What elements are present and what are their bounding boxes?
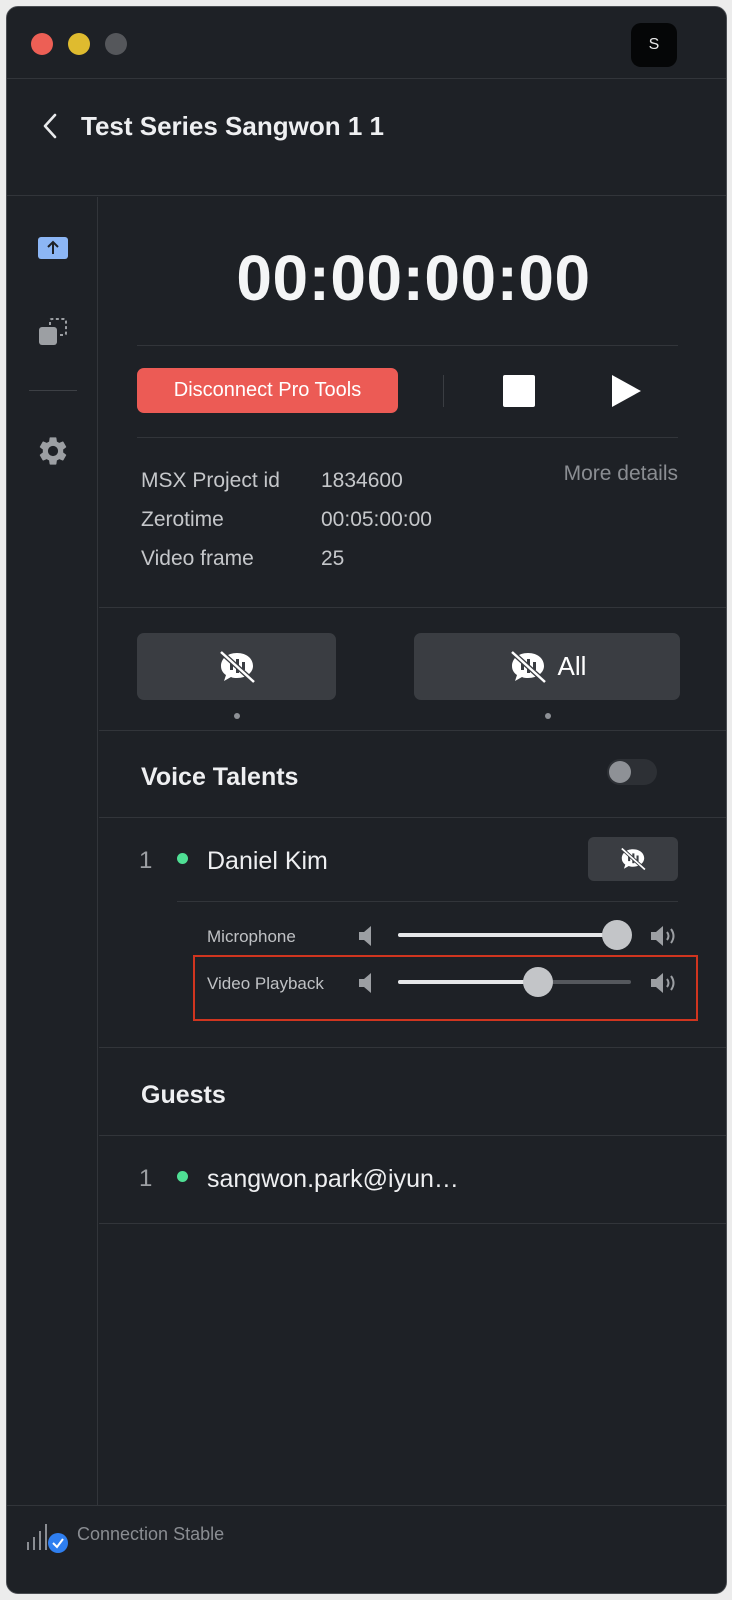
mute-all-label: All bbox=[557, 651, 587, 681]
upload-icon bbox=[38, 237, 68, 259]
main-panel: 00:00:00:00 Disconnect Pro Tools MSX Pro… bbox=[99, 197, 726, 1505]
online-status-dot bbox=[177, 853, 188, 864]
volume-high-icon[interactable] bbox=[651, 925, 679, 947]
disconnect-pro-tools-button[interactable]: Disconnect Pro Tools bbox=[137, 368, 398, 413]
indicator-dot bbox=[545, 713, 551, 719]
guests-title: Guests bbox=[141, 1081, 226, 1109]
back-button[interactable] bbox=[37, 108, 63, 144]
online-status-dot bbox=[177, 1171, 188, 1182]
microphone-slider[interactable] bbox=[398, 920, 633, 950]
video-playback-highlight bbox=[193, 955, 698, 1021]
user-avatar-button[interactable]: S bbox=[631, 23, 677, 67]
info-value-zerotime: 00:05:00:00 bbox=[321, 508, 432, 531]
divider bbox=[99, 1135, 726, 1136]
info-label-zerotime: Zerotime bbox=[141, 508, 224, 531]
minimize-window-button[interactable] bbox=[68, 33, 90, 55]
muted-chat-icon bbox=[218, 649, 256, 684]
microphone-slider-handle[interactable] bbox=[602, 920, 633, 950]
mute-all-button[interactable]: All bbox=[414, 633, 680, 700]
guest-number: 1 bbox=[139, 1165, 153, 1192]
sidebar-item-settings[interactable] bbox=[35, 433, 71, 469]
status-bar: Connection Stable bbox=[7, 1505, 726, 1593]
microphone-slider-fill bbox=[398, 933, 618, 937]
divider bbox=[137, 345, 678, 346]
timecode-display: 00:00:00:00 bbox=[236, 242, 591, 314]
muted-chat-icon bbox=[620, 847, 647, 871]
divider bbox=[99, 730, 726, 731]
volume-low-icon[interactable] bbox=[357, 925, 377, 947]
divider bbox=[137, 437, 678, 438]
signal-check-icon bbox=[27, 1524, 68, 1553]
divider bbox=[99, 1047, 726, 1048]
chevron-left-icon bbox=[43, 113, 57, 139]
sidebar bbox=[7, 197, 98, 1505]
play-icon bbox=[612, 375, 641, 407]
sidebar-item-switch[interactable] bbox=[35, 314, 71, 350]
transport-separator bbox=[443, 375, 444, 407]
page-header: Test Series Sangwon 1 1 bbox=[7, 80, 726, 196]
title-bar: S bbox=[7, 7, 726, 79]
indicator-dot bbox=[234, 713, 240, 719]
info-label-project-id: MSX Project id bbox=[141, 469, 280, 492]
voice-talents-title: Voice Talents bbox=[141, 763, 299, 791]
mute-talent-button[interactable] bbox=[588, 837, 678, 881]
sidebar-item-upload[interactable] bbox=[35, 231, 71, 267]
info-label-video-frame: Video frame bbox=[141, 547, 254, 570]
guest-name: sangwon.park@iyun… bbox=[207, 1165, 459, 1193]
divider bbox=[99, 817, 726, 818]
disconnect-label: Disconnect Pro Tools bbox=[173, 379, 362, 401]
connection-status: Connection Stable bbox=[77, 1524, 225, 1544]
voice-talents-toggle[interactable] bbox=[607, 759, 657, 785]
play-button[interactable] bbox=[609, 374, 643, 408]
gear-icon bbox=[39, 437, 67, 465]
divider bbox=[177, 901, 678, 902]
avatar-letter: S bbox=[648, 36, 660, 53]
more-details-link[interactable]: More details bbox=[564, 462, 678, 486]
stop-button[interactable] bbox=[503, 375, 535, 407]
sidebar-divider bbox=[29, 390, 77, 391]
talent-name: Daniel Kim bbox=[207, 847, 328, 875]
switch-icon bbox=[39, 318, 67, 345]
info-value-video-frame: 25 bbox=[321, 547, 345, 570]
talent-number: 1 bbox=[139, 847, 153, 874]
page-title: Test Series Sangwon 1 1 bbox=[81, 111, 384, 141]
divider bbox=[99, 607, 726, 608]
muted-chat-icon bbox=[509, 649, 547, 684]
mute-self-button[interactable] bbox=[137, 633, 336, 700]
microphone-label: Microphone bbox=[207, 927, 296, 946]
info-value-project-id: 1834600 bbox=[321, 469, 403, 492]
divider bbox=[99, 1223, 726, 1224]
toggle-knob bbox=[609, 761, 631, 783]
zoom-window-button[interactable] bbox=[105, 33, 127, 55]
close-window-button[interactable] bbox=[31, 33, 53, 55]
app-window: S Test Series Sangwon 1 1 00:00:00:00 Di… bbox=[6, 6, 727, 1594]
